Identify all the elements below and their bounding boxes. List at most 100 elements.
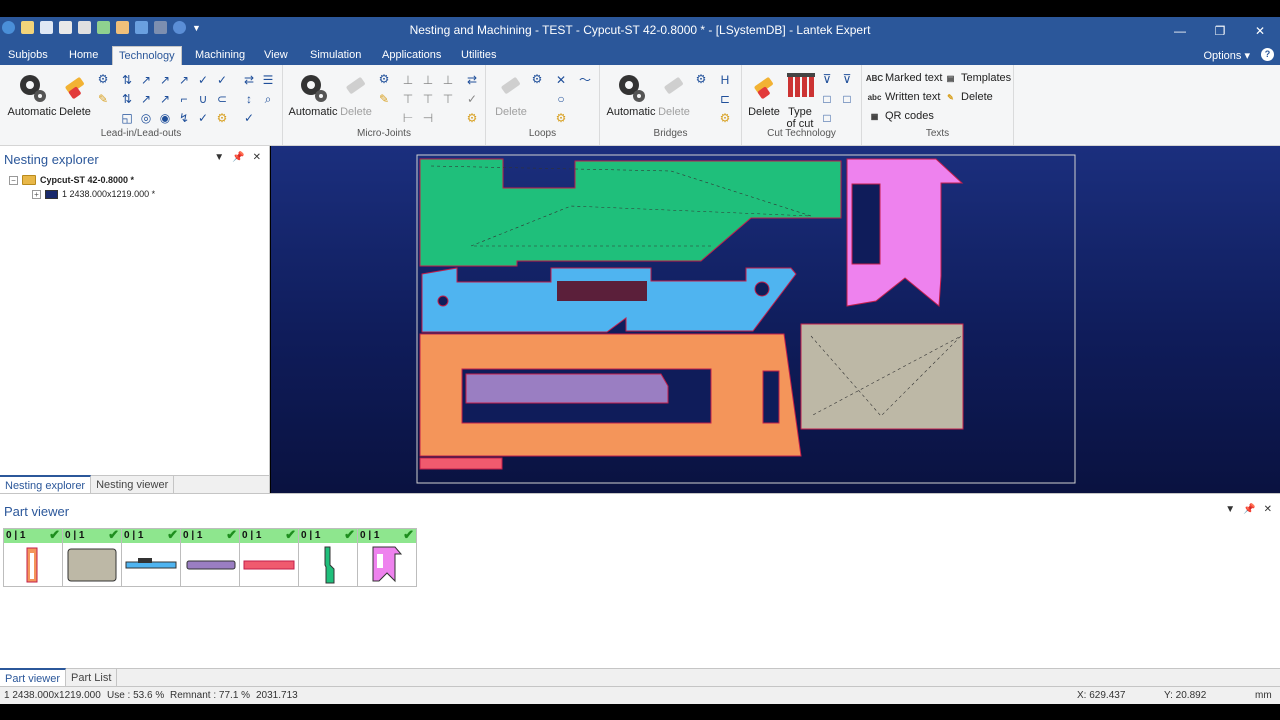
leadin-curve4-icon[interactable]: ↗	[139, 92, 153, 106]
pin-icon[interactable]: 📌	[232, 152, 244, 163]
microjoint-check-icon[interactable]: ✓	[465, 92, 479, 106]
panel-dropdown-icon[interactable]: ▼	[1225, 504, 1235, 515]
cut-square-icon[interactable]: □	[820, 92, 834, 106]
minimize-button[interactable]: —	[1160, 17, 1200, 44]
templates-button[interactable]: ▤ Templates	[944, 72, 1011, 84]
leadin-settings-icon[interactable]: ⚙	[96, 72, 110, 86]
microjoint-t5-icon[interactable]: ⊤	[421, 92, 435, 106]
microjoint-t3-icon[interactable]: ⊥	[441, 73, 455, 87]
loops-gear-icon[interactable]: ⚙	[554, 111, 568, 125]
leadin-square-icon[interactable]: ◱	[120, 111, 134, 125]
leadin-c-icon[interactable]: ⊂	[215, 92, 229, 106]
tab-view[interactable]: View	[258, 46, 294, 65]
leadin-zoom-icon[interactable]: ⌕	[261, 92, 275, 106]
cut-filter2-icon[interactable]: ⊽	[840, 72, 854, 86]
qr-codes-button[interactable]: ▦ QR codes	[868, 110, 934, 122]
tab-nesting-explorer[interactable]: Nesting explorer	[0, 475, 92, 493]
leadin-target-icon[interactable]: ◉	[158, 111, 172, 125]
bridges-h1-icon[interactable]: H	[718, 73, 732, 87]
leadin-arrow-up2-icon[interactable]: ⇅	[120, 92, 134, 106]
tab-subjobs[interactable]: Subjobs	[2, 46, 54, 65]
microjoint-delete-button[interactable]: Delete	[331, 71, 381, 118]
part-card[interactable]: 0 | 1 ✔	[180, 528, 240, 587]
nesting-canvas[interactable]	[271, 146, 1280, 493]
leadin-align-icon[interactable]: ⇄	[242, 73, 256, 87]
tab-nesting-viewer[interactable]: Nesting viewer	[91, 476, 175, 493]
part-card[interactable]: 0 | 1 ✔	[3, 528, 63, 587]
options-menu[interactable]: Options ▾	[1204, 49, 1251, 62]
microjoint-t1-icon[interactable]: ⊥	[401, 73, 415, 87]
bridges-h2-icon[interactable]: ⊏	[718, 92, 732, 106]
leadin-delete-button[interactable]: Delete	[50, 71, 100, 118]
tab-part-list[interactable]: Part List	[66, 669, 118, 686]
part-red[interactable]	[419, 457, 503, 470]
cut-filter-icon[interactable]: ⊽	[820, 72, 834, 86]
part-purple[interactable]	[465, 373, 669, 404]
panel-close-icon[interactable]: ✕	[1264, 504, 1272, 515]
microjoint-t6-icon[interactable]: ⊤	[441, 92, 455, 106]
part-green[interactable]	[419, 158, 842, 267]
leadin-check-icon[interactable]: ✓	[196, 73, 210, 87]
leadin-curve3-icon[interactable]: ↗	[177, 73, 191, 87]
leadin-edit-icon[interactable]: ✎	[96, 92, 110, 106]
leadin-gear-icon[interactable]: ⚙	[215, 111, 229, 125]
microjoint-t8-icon[interactable]: ⊣	[421, 111, 435, 125]
microjoint-t7-icon[interactable]: ⊢	[401, 111, 415, 125]
tab-part-viewer[interactable]: Part viewer	[0, 668, 67, 686]
written-text-button[interactable]: abc Written text	[868, 91, 941, 103]
marked-text-button[interactable]: ABC Marked text	[866, 72, 943, 84]
bridges-settings-icon[interactable]: ⚙	[694, 72, 708, 86]
leadin-move-icon[interactable]: ↕	[242, 92, 256, 106]
loops-loop-icon[interactable]: ○	[554, 92, 568, 106]
pin-icon[interactable]: 📌	[1243, 504, 1255, 515]
leadin-check3-icon[interactable]: ✓	[242, 111, 256, 125]
maximize-button[interactable]: ❐	[1200, 17, 1240, 44]
collapse-icon[interactable]: −	[9, 175, 18, 185]
leadin-corner-icon[interactable]: ⌐	[177, 92, 191, 106]
bridges-gear-icon[interactable]: ⚙	[718, 111, 732, 125]
microjoint-align-icon[interactable]: ⇄	[465, 73, 479, 87]
cut-square3-icon[interactable]: □	[820, 111, 834, 125]
leadin-v-icon[interactable]: ✓	[196, 111, 210, 125]
microjoint-settings-icon[interactable]: ⚙	[377, 72, 391, 86]
leadin-curve-icon[interactable]: ↗	[139, 73, 153, 87]
part-card[interactable]: 0 | 1 ✔	[121, 528, 181, 587]
leadin-list-icon[interactable]: ☰	[261, 73, 275, 87]
part-gray[interactable]	[800, 323, 964, 430]
panel-dropdown-icon[interactable]: ▼	[214, 152, 224, 163]
tab-applications[interactable]: Applications	[376, 46, 447, 65]
part-card[interactable]: 0 | 1 ✔	[62, 528, 122, 587]
tab-simulation[interactable]: Simulation	[304, 46, 367, 65]
expand-icon[interactable]: +	[32, 189, 41, 199]
leadin-hook-icon[interactable]: ↯	[177, 111, 191, 125]
type-of-cut-button[interactable]: Type of cut	[775, 71, 825, 130]
leadin-curve2-icon[interactable]: ↗	[158, 73, 172, 87]
tab-technology[interactable]: Technology	[112, 46, 182, 65]
part-card[interactable]: 0 | 1 ✔	[298, 528, 358, 587]
leadin-curve5-icon[interactable]: ↗	[158, 92, 172, 106]
leadin-check2-icon[interactable]: ✓	[215, 73, 229, 87]
loops-line-icon[interactable]: 〜	[578, 73, 592, 87]
leadin-u-icon[interactable]: ∪	[196, 92, 210, 106]
part-card[interactable]: 0 | 1 ✔	[357, 528, 417, 587]
loops-settings-icon[interactable]: ⚙	[530, 72, 544, 86]
bridges-delete-button[interactable]: Delete	[649, 71, 699, 118]
panel-close-icon[interactable]: ✕	[253, 152, 261, 163]
loops-delete-button[interactable]: Delete	[486, 71, 536, 118]
tab-home[interactable]: Home	[63, 46, 104, 65]
microjoint-t2-icon[interactable]: ⊥	[421, 73, 435, 87]
leadin-circle-icon[interactable]: ◎	[139, 111, 153, 125]
tab-machining[interactable]: Machining	[189, 46, 251, 65]
tree-sheet[interactable]: + 1 2438.000x1219.000 *	[32, 189, 155, 199]
microjoint-t4-icon[interactable]: ⊤	[401, 92, 415, 106]
close-button[interactable]: ✕	[1240, 17, 1280, 44]
part-card[interactable]: 0 | 1 ✔	[239, 528, 299, 587]
nesting-drawing[interactable]	[271, 146, 1280, 493]
cut-square2-icon[interactable]: □	[840, 92, 854, 106]
tree-root[interactable]: − Cypcut-ST 42-0.8000 *	[9, 175, 134, 185]
texts-delete-button[interactable]: ✎ Delete	[944, 91, 993, 103]
help-icon[interactable]: ?	[1261, 48, 1274, 61]
microjoint-gear-icon[interactable]: ⚙	[465, 111, 479, 125]
leadin-arrow-up-icon[interactable]: ⇅	[120, 73, 134, 87]
tab-utilities[interactable]: Utilities	[455, 46, 502, 65]
